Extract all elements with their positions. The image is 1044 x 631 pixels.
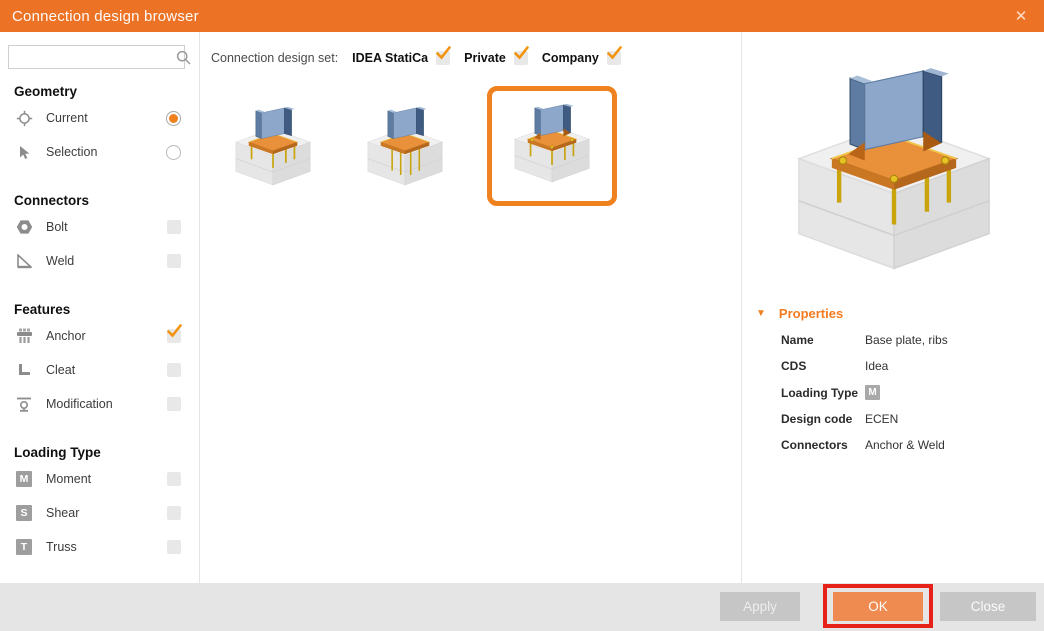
detail-panel: ▼ Properties Name Base plate, ribs CDS I… [743,32,1044,583]
section-title-connectors: Connectors [14,193,90,208]
footer-bar: Apply OK Close [0,583,1044,631]
connection-gallery [223,86,741,206]
shear-checkbox[interactable] [167,506,181,520]
close-button[interactable]: Close [940,592,1036,621]
design-set-name-idea-statica: IDEA StatiCa [352,51,429,65]
design-set-label: Connection design set: [211,51,339,65]
moment-checkbox[interactable] [167,472,181,486]
weld-checkbox[interactable] [167,254,181,268]
sidebar-item-label: Cleat [46,363,76,377]
connection-preview-3d [766,56,1022,276]
properties-header[interactable]: ▼ Properties [756,306,1044,321]
property-row-cds: CDS Idea [781,359,889,373]
connection-design-browser-dialog: Connection design browser ✕ Geometry Cur… [0,0,1044,631]
weld-icon [14,253,34,269]
truss-checkbox[interactable] [167,540,181,554]
selection-radio[interactable] [166,144,181,160]
property-row-design-code: Design code ECEN [781,412,899,426]
sidebar-item-anchor[interactable]: Anchor [0,319,199,353]
sidebar-item-bolt[interactable]: Bolt [0,210,199,244]
sidebar-item-label: Current [46,111,88,125]
anchor-checkbox[interactable] [167,324,182,343]
anchor-plate-icon [14,328,34,344]
bolt-checkbox[interactable] [167,220,181,234]
design-set-name-company: Company [541,51,599,65]
sidebar-item-weld[interactable]: Weld [0,244,199,278]
sidebar-item-moment[interactable]: M Moment [0,462,199,496]
truss-badge-icon: T [14,539,34,555]
sidebar-item-label: Weld [46,254,75,268]
dialog-title: Connection design browser [12,7,199,25]
search-icon [176,50,191,65]
sidebar-item-label: Anchor [46,329,86,343]
sidebar-item-cleat[interactable]: Cleat [0,353,199,387]
sidebar-item-current[interactable]: Current [0,101,199,135]
nut-icon [14,219,34,235]
design-set-bar: Connection design set: IDEA StatiCa Priv… [211,46,741,69]
property-row-loading-type: Loading Type M [781,385,1044,400]
target-icon [14,110,34,127]
private-checkbox[interactable] [513,46,529,65]
sidebar-item-selection[interactable]: Selection [0,135,199,169]
search-input[interactable] [9,46,176,68]
sidebar-item-label: Bolt [46,220,68,234]
connection-thumbnail-2[interactable] [355,97,455,197]
modification-checkbox[interactable] [167,397,181,411]
cursor-icon [14,145,34,160]
company-checkbox[interactable] [606,46,622,65]
property-row-name: Name Base plate, ribs [781,333,948,347]
moment-badge-icon: M [14,471,34,487]
sidebar-item-shear[interactable]: S Shear [0,496,199,530]
cleat-checkbox[interactable] [167,363,181,377]
sidebar-item-label: Modification [46,397,113,411]
title-bar: Connection design browser ✕ [0,0,1044,32]
section-title-loading-type: Loading Type [14,445,101,460]
sidebar-item-label: Moment [46,472,92,486]
idea-statica-checkbox[interactable] [436,46,451,65]
connection-thumbnail-1[interactable] [223,97,323,197]
cleat-icon [14,363,34,377]
current-radio[interactable] [166,110,181,126]
modification-icon [14,397,34,412]
apply-button[interactable]: Apply [720,592,800,621]
gallery-panel: Connection design set: IDEA StatiCa Priv… [201,32,742,583]
section-title-features: Features [14,302,71,317]
sidebar-item-truss[interactable]: T Truss [0,530,199,564]
shear-badge-icon: S [14,505,34,521]
property-row-connectors: Connectors Anchor & Weld [781,438,945,452]
sidebar-item-label: Shear [46,506,80,520]
section-title-geometry: Geometry [14,84,78,99]
connection-thumbnail-3-selected[interactable] [487,86,617,206]
ok-button[interactable]: OK [833,592,923,621]
collapse-triangle-icon[interactable]: ▼ [756,308,766,319]
properties-title: Properties [778,306,844,321]
sidebar-item-modification[interactable]: Modification [0,387,199,421]
sidebar-item-label: Truss [46,540,77,554]
connection-thumbnail-3[interactable] [502,94,602,194]
filter-sidebar: Geometry Current Selection Connectors Bo… [0,32,200,583]
design-set-name-private: Private [464,51,506,65]
sidebar-item-label: Selection [46,145,98,159]
search-box[interactable] [8,45,191,69]
close-icon[interactable]: ✕ [998,0,1044,32]
loading-type-m-badge: M [865,385,880,400]
